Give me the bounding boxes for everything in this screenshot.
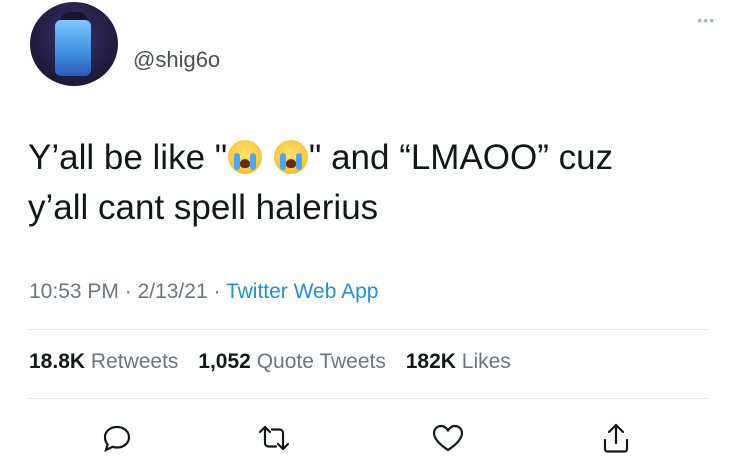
likes-count: 182K — [405, 350, 456, 373]
likes-stat[interactable]: 182K Likes — [406, 350, 511, 373]
divider — [28, 398, 707, 399]
retweet-icon[interactable] — [254, 418, 294, 458]
divider — [28, 329, 707, 330]
tweet-stats: 18.8K Retweets 1,052 Quote Tweets 182K L… — [29, 350, 525, 374]
more-dots-icon[interactable]: ••• — [697, 12, 715, 28]
quote-tweets-count: 1,052 — [198, 350, 251, 373]
reply-icon[interactable] — [97, 418, 137, 458]
tweet-meta: 10:53 PM · 2/13/21 · Twitter Web App — [29, 280, 378, 304]
tweet-time[interactable]: 10:53 PM — [29, 280, 119, 303]
separator: · — [118, 280, 138, 303]
quote-tweets-stat[interactable]: 1,052 Quote Tweets — [198, 350, 386, 373]
likes-label: Likes — [461, 350, 511, 373]
tweet-text: Y’all be like " " and “LMAOO” cuz y’all … — [28, 133, 718, 233]
user-handle[interactable]: @shig6o — [133, 47, 220, 73]
retweets-label: Retweets — [90, 350, 179, 373]
tweet-date[interactable]: 2/13/21 — [138, 280, 208, 303]
avatar[interactable] — [30, 2, 118, 86]
retweets-stat[interactable]: 18.8K Retweets — [29, 350, 178, 373]
avatar-figure — [55, 20, 91, 76]
like-icon[interactable] — [428, 418, 468, 458]
action-bar — [0, 414, 735, 460]
tweet-source-link[interactable]: Twitter Web App — [226, 280, 379, 303]
quote-tweets-label: Quote Tweets — [256, 350, 386, 373]
tweet-text-part2: " and “LMAOO” cuz — [308, 138, 614, 177]
loudly-crying-face-icon — [228, 140, 263, 174]
loudly-crying-face-icon — [273, 140, 308, 174]
tweet-text-line2: y’all cant spell halerius — [28, 188, 379, 227]
share-icon[interactable] — [596, 418, 636, 458]
retweets-count: 18.8K — [29, 350, 86, 373]
separator: · — [207, 280, 226, 303]
tweet-text-part1: Y’all be like " — [28, 138, 228, 177]
